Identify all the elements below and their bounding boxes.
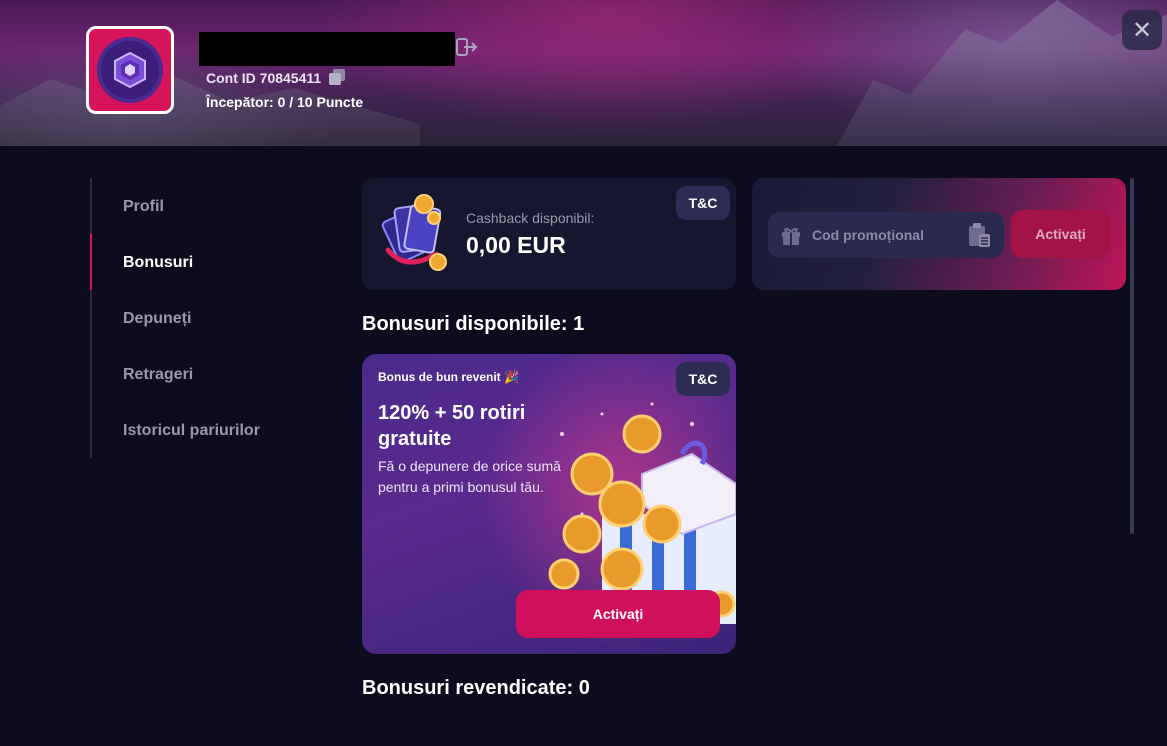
sidebar-item-retrageri[interactable]: Retrageri <box>123 366 193 384</box>
close-icon: ✕ <box>1131 16 1153 44</box>
cashback-label: Cashback disponibil: <box>466 210 595 226</box>
paste-icon[interactable] <box>966 222 992 248</box>
sidebar-item-bonusuri[interactable]: Bonusuri <box>123 254 193 272</box>
promo-activate-button[interactable]: Activați <box>1011 210 1110 258</box>
profile-header: Cont ID 70845411 Începător: 0 / 10 Punct… <box>0 0 1167 146</box>
header-background-art-right <box>836 0 1167 146</box>
sidebar-item-istoric[interactable]: Istoricul pariurilor <box>123 422 260 440</box>
sidebar-item-profil[interactable]: Profil <box>123 198 164 216</box>
bonus-title: 120% + 50 rotiri gratuite <box>378 402 526 450</box>
close-button[interactable]: ✕ <box>1122 10 1162 50</box>
level-progress: Începător: 0 / 10 Puncte <box>206 94 364 110</box>
rank-gem-icon <box>97 37 163 103</box>
scrollbar[interactable] <box>1130 178 1134 534</box>
gift-icon <box>782 227 800 245</box>
avatar[interactable] <box>86 26 174 114</box>
bonus-tc-button[interactable]: T&C <box>676 362 730 396</box>
cashback-cards-icon <box>381 194 447 271</box>
bonus-eyebrow: Bonus de bun revenit 🎉 <box>378 370 519 384</box>
claimed-bonuses-title: Bonusuri revendicate: 0 <box>362 677 590 699</box>
sidebar-item-depuneti[interactable]: Depuneți <box>123 310 191 328</box>
bonus-description: Fă o depunere de orice sumă pentru a pri… <box>378 458 561 495</box>
promo-code-placeholder: Cod promoțional <box>812 227 924 243</box>
active-indicator <box>90 234 92 290</box>
copy-icon[interactable] <box>328 68 346 86</box>
cashback-value: 0,00 EUR <box>466 232 566 258</box>
username-redacted <box>199 32 455 66</box>
bonus-activate-button[interactable]: Activați <box>516 590 720 638</box>
available-bonuses-title: Bonusuri disponibile: 1 <box>362 313 585 335</box>
cashback-card: Cashback disponibil: 0,00 EUR T&C <box>362 178 736 290</box>
logout-icon[interactable] <box>456 37 478 57</box>
promo-code-card: Cod promoțional Activați <box>752 178 1126 290</box>
account-id: Cont ID 70845411 <box>206 70 322 86</box>
promo-code-input[interactable]: Cod promoțional <box>768 212 1004 258</box>
bonus-card: Bonus de bun revenit 🎉 T&C 120% + 50 rot… <box>362 354 736 654</box>
cashback-tc-button[interactable]: T&C <box>676 186 730 220</box>
sidebar-nav: Profil Bonusuri Depuneți Retrageri Istor… <box>90 178 290 458</box>
